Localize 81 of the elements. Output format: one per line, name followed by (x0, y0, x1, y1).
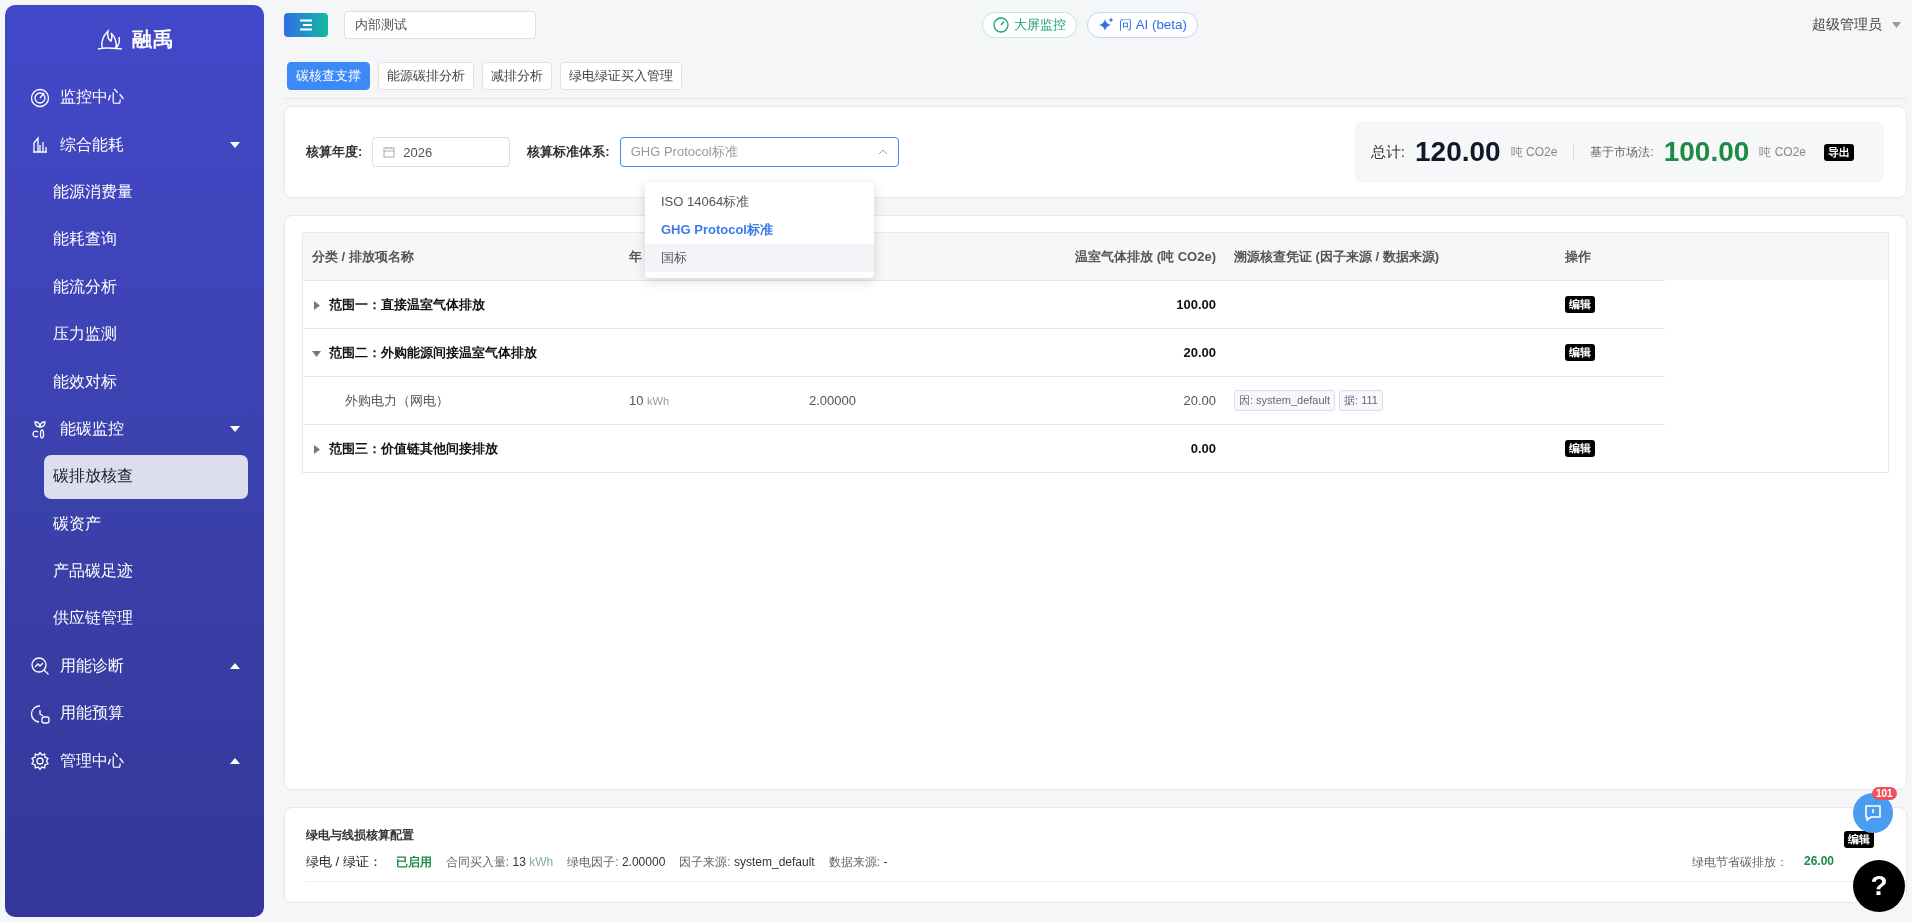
notification-badge: 101 (1872, 787, 1897, 800)
sidebar-subitem[interactable]: 碳排放核查 (44, 454, 248, 499)
collapse-icon[interactable] (312, 348, 321, 358)
sidebar-item[interactable]: 管理中心 (5, 737, 264, 785)
source-tag: 因: system_default (1234, 390, 1336, 411)
field-text: 合同买入量: 13 kWh (445, 853, 554, 871)
expand-icon[interactable] (312, 300, 321, 310)
emission-cell: 0.00 (1190, 441, 1216, 456)
project-field[interactable]: 内部测试 (344, 11, 536, 39)
user-menu[interactable]: 超级管理员 (1812, 16, 1901, 34)
tab[interactable]: 绿电绿证买入管理 (560, 62, 682, 90)
emission-cell: 20.00 (1183, 393, 1216, 408)
market-value: 100.00 (1663, 136, 1750, 168)
sidebar-item[interactable]: 综合能耗 (5, 121, 264, 169)
menu-icon (299, 19, 313, 31)
category-cell[interactable]: 范围一：直接温室气体排放 (312, 296, 485, 312)
status-text: 已启用 (395, 853, 432, 871)
field-label: 绿电 / 绿证： (306, 853, 382, 871)
field-text: 数据来源: - (828, 853, 888, 871)
gauge-icon (993, 17, 1009, 33)
category-cell[interactable]: 范围二：外购能源间接温室气体排放 (312, 344, 537, 360)
emission-cell: 20.00 (1183, 345, 1216, 360)
column-header: 操作 (1565, 248, 1591, 264)
item-cell: 外购电力（网电） (345, 392, 449, 408)
field-text: 绿电因子: 2.00000 (567, 853, 666, 871)
message-icon (1864, 804, 1882, 822)
sidebar-item[interactable]: 用能预算 (5, 690, 264, 738)
tab[interactable]: 减排分析 (482, 62, 552, 90)
edit-button[interactable]: 编辑 (1565, 296, 1595, 313)
gear-icon (30, 751, 50, 772)
section-title: 绿电与线损核算配置 (306, 826, 414, 844)
column-header: 溯源核查凭证 (因子来源 / 数据来源) (1234, 248, 1440, 264)
total-value: 120.00 (1415, 136, 1501, 168)
gauge-icon (30, 87, 50, 108)
factory-chart-icon (30, 135, 50, 156)
saving-label: 绿电节省碳排放： (1691, 853, 1788, 871)
emission-cell: 100.00 (1176, 297, 1216, 312)
sidebar-subitem[interactable]: 能流分析 (44, 265, 248, 310)
logo-icon (95, 27, 124, 52)
unit-label: 吨 CO2e (1759, 143, 1806, 161)
calendar-icon (383, 146, 396, 158)
column-header: 温室气体排放 (吨 CO2e) (1075, 248, 1216, 264)
sidebar-subitem[interactable]: 能效对标 (44, 360, 248, 405)
column-header: 年 (629, 248, 642, 264)
export-button[interactable]: 导出 (1824, 143, 1854, 161)
standard-label: 核算标准体系: (527, 143, 610, 161)
dropdown-option[interactable]: GHG Protocol标准 (645, 216, 874, 244)
caret-icon (1892, 22, 1901, 28)
sidebar-item[interactable]: 能碳监控 (5, 405, 264, 454)
tab[interactable]: 能源碳排分析 (378, 62, 474, 90)
source-tag: 据: 111 (1339, 390, 1383, 411)
sidebar-subitem[interactable]: 供应链管理 (44, 597, 248, 641)
unit-label: 吨 CO2e (1510, 143, 1558, 161)
menu-button[interactable] (284, 13, 328, 37)
saving-value: 26.00 (1803, 853, 1834, 870)
column-header: 分类 / 排放项名称 (303, 233, 620, 281)
logo-text: 融禹 (131, 27, 174, 52)
expand-icon[interactable] (312, 444, 321, 454)
header-button[interactable]: 问 AI (beta) (1087, 12, 1198, 38)
category-cell[interactable]: 范围三：价值链其他间接排放 (312, 440, 498, 456)
total-label: 总计: (1370, 142, 1405, 162)
sidebar-subitem[interactable]: 碳资产 (44, 502, 248, 547)
year-label: 核算年度: (306, 143, 363, 161)
edit-button[interactable]: 编辑 (1565, 344, 1595, 361)
sidebar-subitem[interactable]: 能源消费量 (44, 170, 248, 215)
sidebar-item[interactable]: 监控中心 (5, 74, 264, 122)
market-label: 基于市场法: (1590, 143, 1654, 161)
edit-button[interactable]: 编辑 (1565, 440, 1595, 457)
dropdown-option[interactable]: 国标 (645, 244, 874, 272)
sidebar-item[interactable]: 用能诊断 (5, 642, 264, 691)
trend-magnifier-icon (30, 656, 50, 677)
factor-cell: 2.00000 (809, 393, 856, 408)
quantity-cell: 10 kWh (629, 393, 670, 408)
sidebar-subitem[interactable]: 压力监测 (44, 312, 248, 357)
year-field[interactable]: 2026 (372, 137, 511, 167)
sidebar-subitem[interactable]: 产品碳足迹 (44, 549, 248, 594)
dropdown-option[interactable]: ISO 14064标准 (645, 188, 874, 216)
edit-button[interactable]: 编辑 (1844, 830, 1874, 848)
sidebar-subitem[interactable]: 能耗查询 (44, 217, 248, 262)
field-text: 因子来源: system_default (679, 853, 815, 871)
header-button[interactable]: 大屏监控 (982, 12, 1077, 38)
